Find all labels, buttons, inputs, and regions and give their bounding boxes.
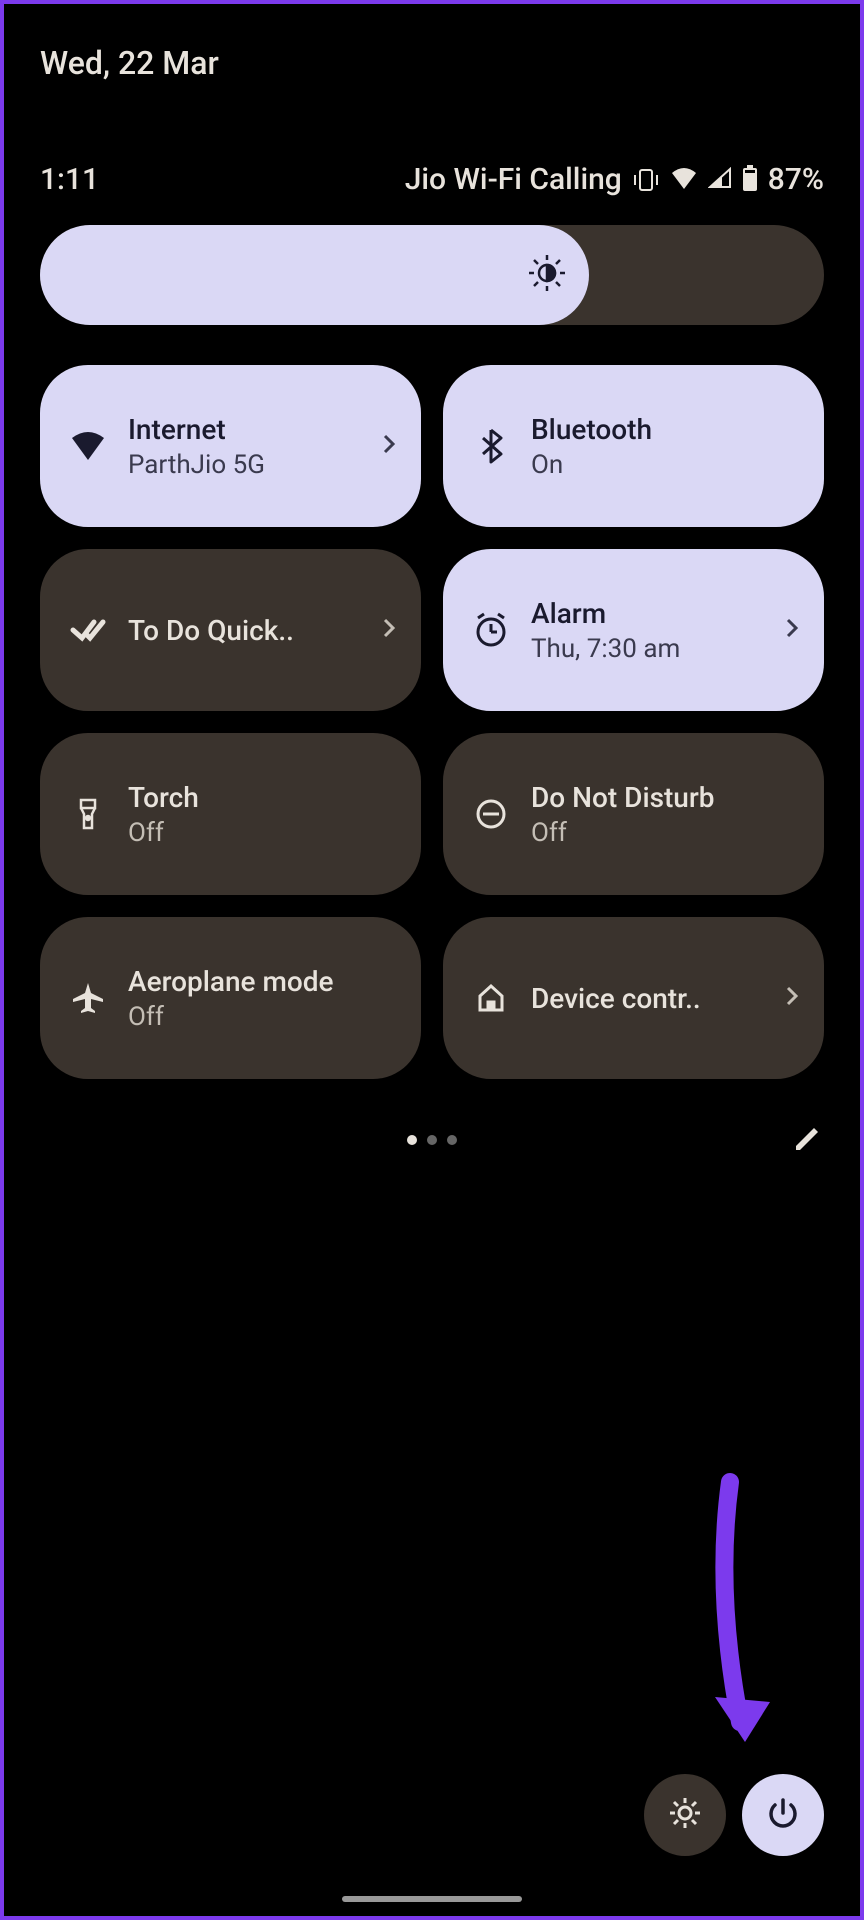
pagination-dots	[407, 1135, 457, 1145]
battery-icon	[742, 165, 758, 195]
power-button[interactable]	[742, 1774, 824, 1856]
carrier-label: Jio Wi-Fi Calling	[405, 162, 622, 197]
bluetooth-icon	[473, 428, 509, 464]
time-display: 1:11	[40, 162, 99, 197]
chevron-right-icon	[784, 616, 800, 644]
tile-subtitle: Off	[128, 1002, 397, 1032]
torch-tile[interactable]: Torch Off	[40, 733, 421, 895]
cellular-icon	[708, 167, 732, 193]
alarm-icon	[473, 612, 509, 648]
vibrate-icon	[632, 168, 660, 192]
bluetooth-tile[interactable]: Bluetooth On	[443, 365, 824, 527]
tile-title: Torch	[128, 781, 397, 814]
airplane-tile[interactable]: Aeroplane mode Off	[40, 917, 421, 1079]
wifi-icon	[670, 167, 698, 193]
airplane-icon	[70, 981, 106, 1015]
tile-subtitle: ParthJio 5G	[128, 450, 359, 480]
tile-title: Alarm	[531, 597, 762, 630]
tile-title: To Do Quick..	[128, 614, 359, 647]
alarm-tile[interactable]: Alarm Thu, 7:30 am	[443, 549, 824, 711]
device-controls-tile[interactable]: Device contr..	[443, 917, 824, 1079]
tile-subtitle: On	[531, 450, 800, 480]
dnd-icon	[473, 798, 509, 830]
flashlight-icon	[70, 796, 106, 832]
tile-title: Bluetooth	[531, 413, 800, 446]
status-bar: 1:11 Jio Wi-Fi Calling 87%	[40, 162, 824, 197]
todo-tile[interactable]: To Do Quick..	[40, 549, 421, 711]
battery-percentage: 87%	[768, 162, 824, 197]
chevron-right-icon	[381, 432, 397, 460]
tile-title: Aeroplane mode	[128, 965, 397, 998]
tile-subtitle: Off	[128, 818, 397, 848]
home-icon	[473, 982, 509, 1014]
checkmark-icon	[70, 616, 106, 644]
power-icon	[766, 1796, 800, 1834]
tile-title: Device contr..	[531, 982, 762, 1015]
settings-button[interactable]	[644, 1774, 726, 1856]
date-display: Wed, 22 Mar	[40, 44, 824, 82]
tile-title: Internet	[128, 413, 359, 446]
quick-settings-tiles: Internet ParthJio 5G Bluetooth On To Do …	[40, 365, 824, 1079]
dnd-tile[interactable]: Do Not Disturb Off	[443, 733, 824, 895]
tile-subtitle: Thu, 7:30 am	[531, 634, 762, 664]
edit-tiles-button[interactable]	[792, 1122, 824, 1158]
chevron-right-icon	[381, 616, 397, 644]
tile-title: Do Not Disturb	[531, 781, 800, 814]
wifi-icon	[70, 432, 106, 460]
brightness-slider[interactable]	[40, 225, 824, 325]
tile-subtitle: Off	[531, 818, 800, 848]
annotation-arrow	[670, 1472, 790, 1776]
gesture-pill[interactable]	[342, 1896, 522, 1902]
internet-tile[interactable]: Internet ParthJio 5G	[40, 365, 421, 527]
gear-icon	[667, 1795, 703, 1835]
chevron-right-icon	[784, 984, 800, 1012]
brightness-icon	[527, 253, 567, 297]
